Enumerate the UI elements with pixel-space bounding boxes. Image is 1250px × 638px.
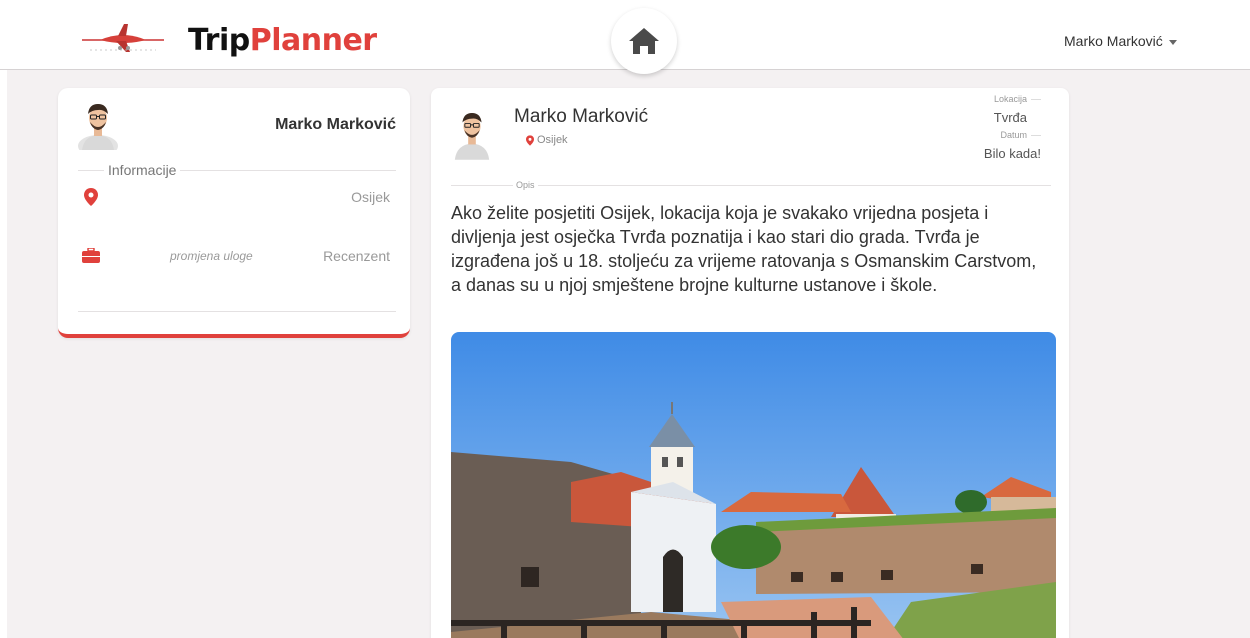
brand-logo[interactable]: TripPlanner <box>188 24 377 58</box>
location-value: Tvrđa <box>993 110 1027 125</box>
brand-trip: Trip <box>188 23 250 58</box>
post-author-location: Osijek <box>526 134 568 146</box>
post-meta: Lokacija Tvrđa Datum Bilo kada! <box>921 94 1041 161</box>
date-label: Datum <box>921 130 1041 140</box>
map-pin-icon <box>526 134 534 146</box>
profile-card: Marko Marković Informacije Osijek promje… <box>58 88 410 338</box>
user-menu-label: Marko Marković <box>1064 33 1163 49</box>
profile-name: Marko Marković <box>275 116 396 133</box>
section-title: Informacije <box>104 162 181 178</box>
profile-city: Osijek <box>351 189 390 205</box>
plane-logo-icon[interactable] <box>80 22 166 56</box>
change-role-link[interactable]: promjena uloge <box>170 249 253 263</box>
caret-down-icon <box>1168 39 1177 45</box>
brand-planner: Planner <box>249 23 377 58</box>
description-divider <box>451 185 1051 186</box>
post-description: Ako želite posjetiti Osijek, lokacija ko… <box>451 203 1037 295</box>
avatar <box>454 112 490 160</box>
post-author-city: Osijek <box>537 134 568 146</box>
user-dropdown[interactable]: Marko Marković <box>1064 33 1177 49</box>
post-card: Marko Marković Osijek Lokacija Tvrđa Dat… <box>431 88 1069 638</box>
description-label: Opis <box>513 180 538 190</box>
left-edge <box>0 70 7 638</box>
briefcase-icon <box>82 248 100 263</box>
top-navbar: TripPlanner Marko Marković <box>0 0 1250 74</box>
fortress-photo[interactable] <box>451 332 1056 638</box>
post-author[interactable]: Marko Marković <box>514 106 648 128</box>
profile-role: Recenzent <box>323 248 390 264</box>
home-button[interactable] <box>611 8 677 74</box>
section-divider <box>78 311 396 312</box>
map-pin-icon <box>84 188 98 206</box>
location-label: Lokacija <box>921 94 1041 104</box>
date-value: Bilo kada! <box>983 146 1041 161</box>
home-icon <box>629 28 659 54</box>
avatar <box>78 104 118 150</box>
